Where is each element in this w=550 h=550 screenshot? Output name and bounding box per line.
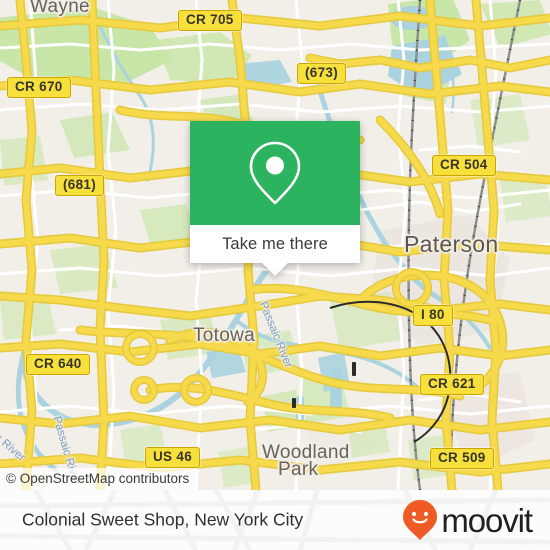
map-label-paterson: Paterson [404, 231, 499, 257]
osm-attribution[interactable]: © OpenStreetMap contributors [0, 468, 198, 490]
popup-tail-pointer [262, 263, 288, 276]
map-label-wayne: Wayne [30, 0, 90, 17]
take-me-there-label: Take me there [222, 234, 328, 253]
moovit-smiley-pin-icon [403, 500, 438, 540]
road-shield-cr-621[interactable]: CR 621 [420, 374, 484, 395]
map-pin-icon [249, 141, 301, 205]
road-shield-cr-670[interactable]: CR 670 [7, 77, 71, 98]
map-canvas[interactable]: Wayne Paterson Totowa Woodland Park Pass… [0, 0, 550, 490]
moovit-brand[interactable]: moovit [401, 499, 533, 541]
road-shield-673[interactable]: (673) [297, 63, 347, 84]
take-me-there-button[interactable]: Take me there [190, 225, 360, 276]
map-label-park: Park [278, 459, 319, 480]
location-popup-card[interactable]: Take me there [190, 121, 360, 276]
road-shield-i-80[interactable]: I 80 [413, 305, 453, 326]
road-shield-cr-640[interactable]: CR 640 [26, 354, 90, 375]
road-shield-681[interactable]: (681) [55, 175, 105, 196]
road-shield-us-46[interactable]: US 46 [145, 447, 201, 468]
road-shield-cr-509[interactable]: CR 509 [430, 448, 494, 469]
moovit-wordmark: moovit [441, 501, 533, 539]
popup-icon-area [190, 121, 360, 225]
road-shield-cr-504[interactable]: CR 504 [432, 155, 496, 176]
footer-bar: Colonial Sweet Shop, New York City moovi… [0, 490, 550, 550]
map-label-totowa: Totowa [193, 325, 256, 346]
page-title: Colonial Sweet Shop, New York City [22, 509, 304, 530]
road-shield-cr-705[interactable]: CR 705 [178, 10, 242, 31]
